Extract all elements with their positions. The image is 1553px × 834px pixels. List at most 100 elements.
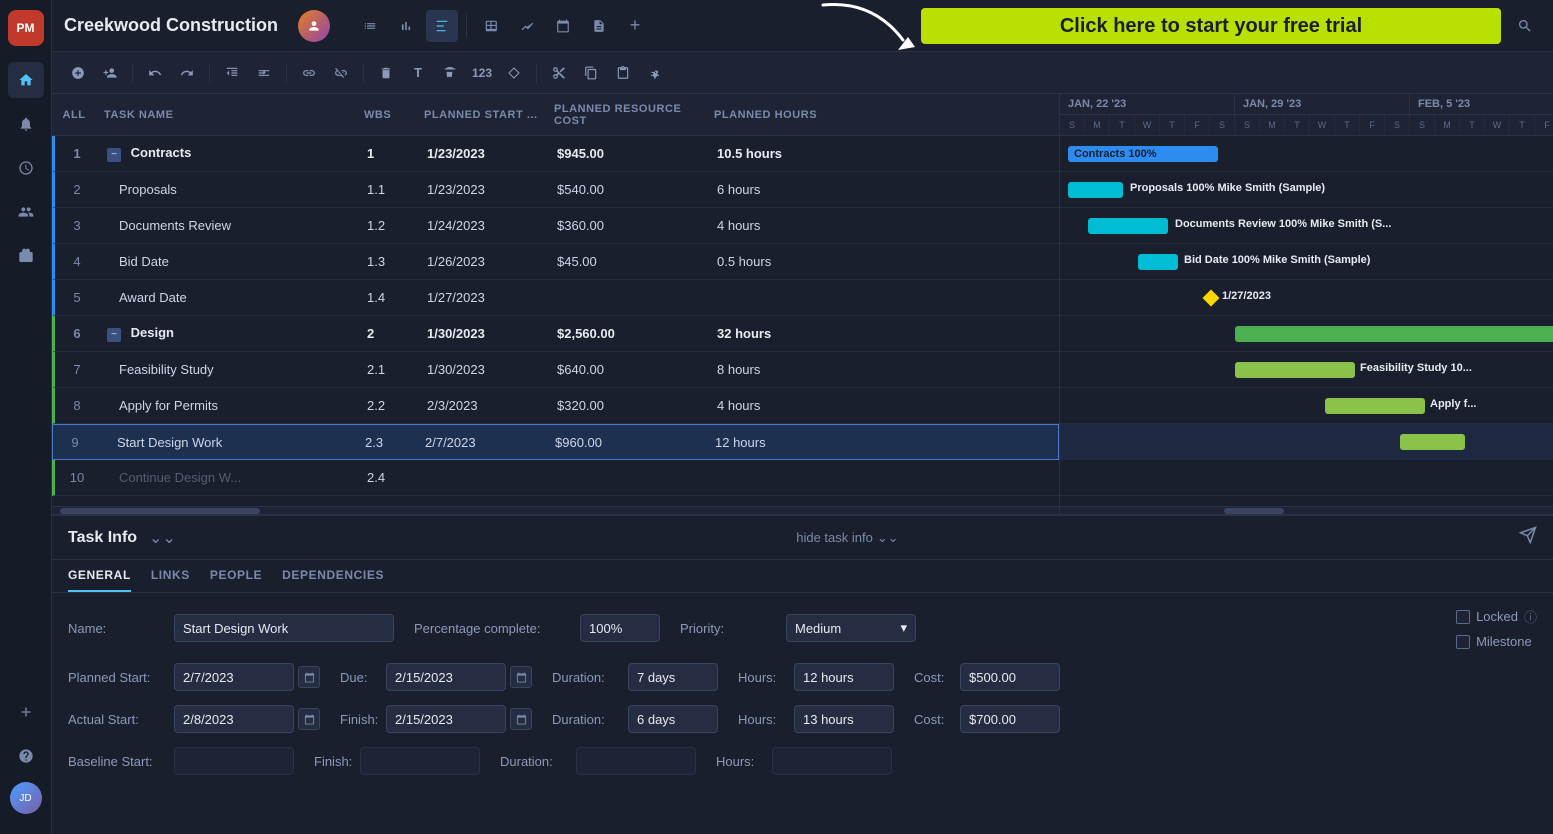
gantt-scrollbar[interactable]	[1060, 506, 1553, 514]
tab-people[interactable]: PEOPLE	[210, 568, 262, 592]
cut-button[interactable]	[545, 59, 573, 87]
bar-chart-icon[interactable]	[390, 10, 422, 42]
actual-start-calendar[interactable]	[298, 708, 320, 730]
doc-icon[interactable]	[583, 10, 615, 42]
duration2-input[interactable]	[628, 705, 718, 733]
table-row[interactable]: 6 − Design 2 1/30/2023 $2,560.00 32 hour…	[52, 316, 1059, 352]
row-wbs: 1.2	[359, 218, 419, 233]
undo-button[interactable]	[141, 59, 169, 87]
sidebar-item-home[interactable]	[8, 62, 44, 98]
gantt-days: S M T W T F S S M T W T F S	[1060, 115, 1553, 135]
list-view-icon[interactable]	[354, 10, 386, 42]
col-wbs-header: WBS	[356, 109, 416, 121]
cost2-input[interactable]	[960, 705, 1060, 733]
group-collapse-icon[interactable]: −	[107, 328, 121, 342]
sidebar-item-notifications[interactable]	[8, 106, 44, 142]
table-row[interactable]: 10 Continue Design W... 2.4	[52, 460, 1059, 496]
baseline-finish-input[interactable]	[360, 747, 480, 775]
gantt-bar-proposals[interactable]	[1068, 182, 1123, 198]
add-task-button[interactable]	[64, 59, 92, 87]
collapse-icon-left[interactable]: ⌄⌄	[149, 528, 176, 548]
gantt-row: Proposals 100% Mike Smith (Sample)	[1060, 172, 1553, 208]
tab-dependencies[interactable]: DEPENDENCIES	[282, 568, 384, 592]
calendar-icon[interactable]	[547, 10, 579, 42]
row-task-name: Award Date	[99, 290, 359, 305]
actual-start-input[interactable]	[174, 705, 294, 733]
gantt-bar-design[interactable]	[1235, 326, 1553, 342]
link-button[interactable]	[295, 59, 323, 87]
sidebar-item-projects[interactable]	[8, 238, 44, 274]
hide-task-info-button[interactable]: hide task info ⌄⌄	[796, 530, 898, 546]
sidebar-item-time[interactable]	[8, 150, 44, 186]
table-row[interactable]: 7 Feasibility Study 2.1 1/30/2023 $640.0…	[52, 352, 1059, 388]
gantt-bar-feasibility[interactable]	[1235, 362, 1355, 378]
copy-button[interactable]	[577, 59, 605, 87]
unlink-button[interactable]	[327, 59, 355, 87]
gantt-bar-docs[interactable]	[1088, 218, 1168, 234]
locked-label: Locked	[1476, 609, 1518, 624]
cost-input[interactable]	[960, 663, 1060, 691]
share-button[interactable]	[1519, 526, 1537, 549]
anchor-button[interactable]	[641, 59, 669, 87]
locked-checkbox[interactable]	[1456, 610, 1470, 624]
diamond-button[interactable]	[500, 59, 528, 87]
paste-button[interactable]	[609, 59, 637, 87]
name-input[interactable]	[174, 614, 394, 642]
table-row[interactable]: 5 Award Date 1.4 1/27/2023	[52, 280, 1059, 316]
duration-input[interactable]	[628, 663, 718, 691]
baseline-dur-input[interactable]	[576, 747, 696, 775]
tab-general[interactable]: GENERAL	[68, 568, 131, 592]
tab-links[interactable]: LINKS	[151, 568, 190, 592]
baseline-hours-input[interactable]	[772, 747, 892, 775]
indent-button[interactable]	[250, 59, 278, 87]
hash-button[interactable]: 123	[468, 59, 496, 87]
sidebar-item-help[interactable]	[8, 738, 44, 774]
baseline-start-input[interactable]	[174, 747, 294, 775]
table-row[interactable]: 3 Documents Review 1.2 1/24/2023 $360.00…	[52, 208, 1059, 244]
row-num: 4	[55, 254, 99, 269]
user-avatar[interactable]: JD	[10, 782, 42, 814]
priority-select[interactable]: Medium ▾	[786, 614, 916, 642]
gantt-icon[interactable]	[426, 10, 458, 42]
color-button[interactable]	[436, 59, 464, 87]
planned-start-input[interactable]	[174, 663, 294, 691]
row-cost: $2,560.00	[549, 326, 709, 341]
redo-button[interactable]	[173, 59, 201, 87]
table-row[interactable]: 4 Bid Date 1.3 1/26/2023 $45.00 0.5 hour…	[52, 244, 1059, 280]
gantt-bar-permits[interactable]	[1325, 398, 1425, 414]
table-row[interactable]: 1 − Contracts 1 1/23/2023 $945.00 10.5 h…	[52, 136, 1059, 172]
free-trial-banner[interactable]: Click here to start your free trial	[921, 8, 1501, 44]
table-row[interactable]: 8 Apply for Permits 2.2 2/3/2023 $320.00…	[52, 388, 1059, 424]
gantt-scrollbar-thumb[interactable]	[1224, 508, 1284, 514]
search-button[interactable]	[1509, 10, 1541, 42]
gantt-bar-contracts[interactable]: Contracts 100%	[1068, 146, 1218, 162]
planned-start-calendar[interactable]	[298, 666, 320, 688]
group-collapse-icon[interactable]: −	[107, 148, 121, 162]
text-button[interactable]: T	[404, 59, 432, 87]
sidebar-item-people[interactable]	[8, 194, 44, 230]
milestone-checkbox[interactable]	[1456, 635, 1470, 649]
table-row[interactable]: 9 Start Design Work 2.3 2/7/2023 $960.00…	[52, 424, 1059, 460]
due-calendar[interactable]	[510, 666, 532, 688]
hours-input[interactable]	[794, 663, 894, 691]
sidebar-item-add[interactable]	[8, 694, 44, 730]
table-scrollbar[interactable]	[52, 506, 1059, 514]
table-icon[interactable]	[475, 10, 507, 42]
delete-button[interactable]	[372, 59, 400, 87]
gantt-bar-bid[interactable]	[1138, 254, 1178, 270]
row-start: 1/23/2023	[419, 146, 549, 161]
gantt-label-permits: Apply f...	[1430, 398, 1476, 410]
gantt-bar-start-design[interactable]	[1400, 434, 1465, 450]
outdent-button[interactable]	[218, 59, 246, 87]
pct-input[interactable]	[580, 614, 660, 642]
finish-input[interactable]	[386, 705, 506, 733]
pulse-icon[interactable]	[511, 10, 543, 42]
gantt-row: Apply f...	[1060, 388, 1553, 424]
due-input[interactable]	[386, 663, 506, 691]
row-task-name: − Contracts	[99, 145, 359, 162]
finish-calendar[interactable]	[510, 708, 532, 730]
add-person-button[interactable]	[96, 59, 124, 87]
hours2-input[interactable]	[794, 705, 894, 733]
table-row[interactable]: 2 Proposals 1.1 1/23/2023 $540.00 6 hour…	[52, 172, 1059, 208]
add-view-icon[interactable]: +	[619, 10, 651, 42]
